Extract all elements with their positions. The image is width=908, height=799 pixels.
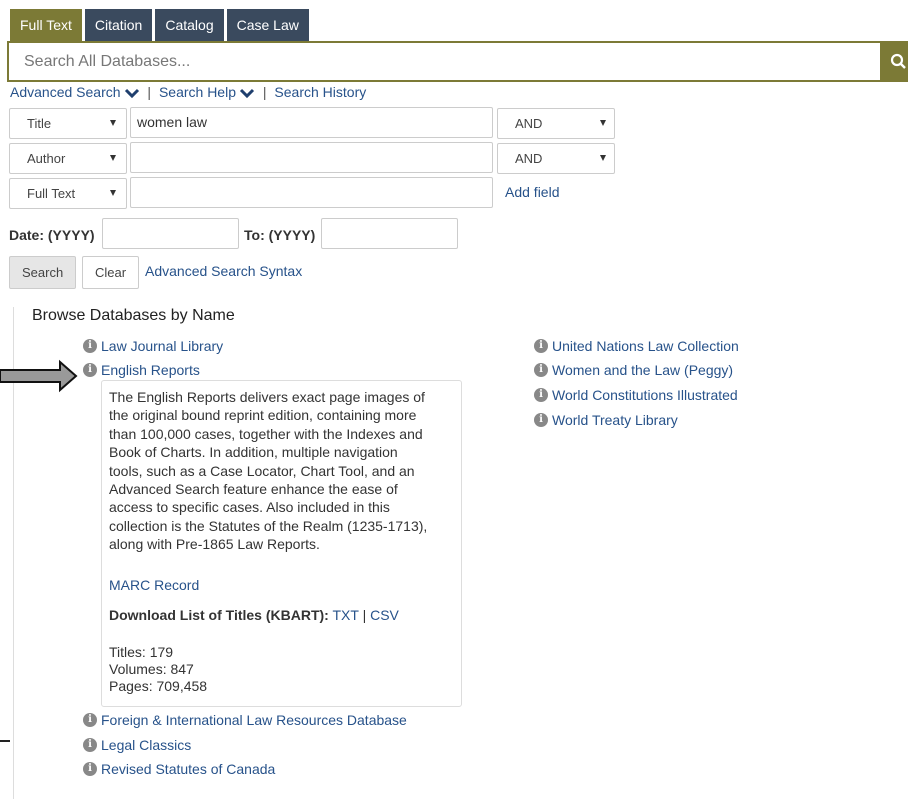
csv-download-link[interactable]: CSV xyxy=(370,607,399,623)
db-item-label[interactable]: English Reports xyxy=(101,362,200,378)
operator-select[interactable]: AND xyxy=(497,143,615,174)
info-icon[interactable]: i xyxy=(83,339,97,353)
info-icon[interactable]: i xyxy=(534,339,548,353)
field-type-value: Full Text xyxy=(27,186,76,201)
info-icon[interactable]: i xyxy=(83,762,97,776)
chevron-down-icon[interactable] xyxy=(124,87,140,99)
search-submit-button[interactable] xyxy=(880,41,908,82)
volumes-count: Volumes: 847 xyxy=(109,661,194,677)
clear-button[interactable]: Clear xyxy=(82,256,140,289)
date-to-input[interactable] xyxy=(321,218,458,249)
marc-record-link[interactable]: MARC Record xyxy=(109,576,199,594)
db-item-revised-statutes-canada[interactable]: i Revised Statutes of Canada xyxy=(83,761,275,777)
chevron-down-icon[interactable] xyxy=(239,87,255,99)
db-item-label[interactable]: Foreign & International Law Resources Da… xyxy=(101,712,407,728)
db-item-label[interactable]: World Constitutions Illustrated xyxy=(552,387,738,403)
db-item-label[interactable]: United Nations Law Collection xyxy=(552,338,739,354)
search-help-link[interactable]: Search Help xyxy=(159,84,236,100)
caret-down-icon xyxy=(600,155,606,161)
link-separator: | xyxy=(262,84,267,100)
kbart-label: Download List of Titles (KBART): xyxy=(109,607,329,623)
annotation-mark xyxy=(0,740,10,742)
info-icon[interactable]: i xyxy=(534,413,548,427)
pages-count: Pages: 709,458 xyxy=(109,678,208,694)
kbart-download-row: Download List of Titles (KBART): TXT | C… xyxy=(109,606,399,624)
browse-title: Browse Databases by Name xyxy=(32,307,235,324)
field-type-value: Title xyxy=(27,116,52,131)
db-item-label[interactable]: Women and the Law (Peggy) xyxy=(552,362,733,378)
date-to-label: To: (YYYY) xyxy=(244,227,316,243)
database-stats: Titles: 179 Volumes: 847 Pages: 709,458 xyxy=(109,644,207,695)
operator-value: AND xyxy=(515,151,543,166)
info-icon[interactable]: i xyxy=(83,738,97,752)
search-bar xyxy=(7,41,908,82)
db-item-world-constitutions[interactable]: i World Constitutions Illustrated xyxy=(534,387,738,403)
database-description: The English Reports delivers exact page … xyxy=(109,389,428,553)
operator-select[interactable]: AND xyxy=(497,108,615,139)
author-query-input[interactable] xyxy=(130,142,493,173)
link-separator: | xyxy=(147,84,152,100)
advanced-search-link[interactable]: Advanced Search xyxy=(10,84,121,100)
tab-full-text[interactable]: Full Text xyxy=(10,9,82,41)
db-item-foreign-international-law[interactable]: i Foreign & International Law Resources … xyxy=(83,712,407,728)
tab-catalog[interactable]: Catalog xyxy=(155,9,224,41)
info-icon[interactable]: i xyxy=(534,363,548,377)
field-type-select[interactable]: Full Text xyxy=(9,178,127,209)
pointer-arrow-icon xyxy=(0,359,78,393)
search-history-link[interactable]: Search History xyxy=(274,84,366,100)
field-type-value: Author xyxy=(27,151,66,166)
txt-download-link[interactable]: TXT xyxy=(332,607,358,623)
date-from-input[interactable] xyxy=(102,218,239,249)
title-query-input[interactable]: women law xyxy=(130,107,493,138)
tab-citation[interactable]: Citation xyxy=(84,9,153,41)
db-item-label[interactable]: Legal Classics xyxy=(101,737,191,753)
db-item-united-nations-law[interactable]: i United Nations Law Collection xyxy=(534,338,739,354)
link-separator: | xyxy=(362,607,367,623)
caret-down-icon xyxy=(600,120,606,126)
info-icon[interactable]: i xyxy=(83,713,97,727)
db-item-women-and-the-law[interactable]: i Women and the Law (Peggy) xyxy=(534,362,733,378)
titles-count: Titles: 179 xyxy=(109,644,174,660)
search-tabs: Full Text Citation Catalog Case Law xyxy=(10,9,312,41)
caret-down-icon xyxy=(110,120,116,126)
caret-down-icon xyxy=(110,190,116,196)
search-button[interactable]: Search xyxy=(9,256,77,289)
full-text-query-input[interactable] xyxy=(130,177,493,208)
add-field-link[interactable]: Add field xyxy=(505,184,559,200)
db-item-legal-classics[interactable]: i Legal Classics xyxy=(83,737,191,753)
info-icon[interactable]: i xyxy=(534,388,548,402)
db-item-label[interactable]: Revised Statutes of Canada xyxy=(101,761,275,777)
operator-value: AND xyxy=(515,116,543,131)
tab-case-law[interactable]: Case Law xyxy=(226,9,309,41)
db-item-world-treaty-library[interactable]: i World Treaty Library xyxy=(534,412,678,428)
db-item-label[interactable]: Law Journal Library xyxy=(101,338,223,354)
database-detail-panel: The English Reports delivers exact page … xyxy=(101,380,462,707)
info-icon[interactable]: i xyxy=(83,363,97,377)
field-type-select[interactable]: Title xyxy=(9,108,127,139)
caret-down-icon xyxy=(110,155,116,161)
search-links-row: Advanced Search | Search Help | Search H… xyxy=(10,84,366,100)
db-item-label[interactable]: World Treaty Library xyxy=(552,412,678,428)
search-input[interactable] xyxy=(9,43,883,80)
search-icon xyxy=(890,53,906,69)
date-from-label: Date: (YYYY) xyxy=(9,227,95,243)
db-item-law-journal-library[interactable]: i Law Journal Library xyxy=(83,338,223,354)
advanced-search-syntax-link[interactable]: Advanced Search Syntax xyxy=(145,263,302,279)
field-type-select[interactable]: Author xyxy=(9,143,127,174)
db-item-english-reports[interactable]: i English Reports xyxy=(83,362,200,378)
